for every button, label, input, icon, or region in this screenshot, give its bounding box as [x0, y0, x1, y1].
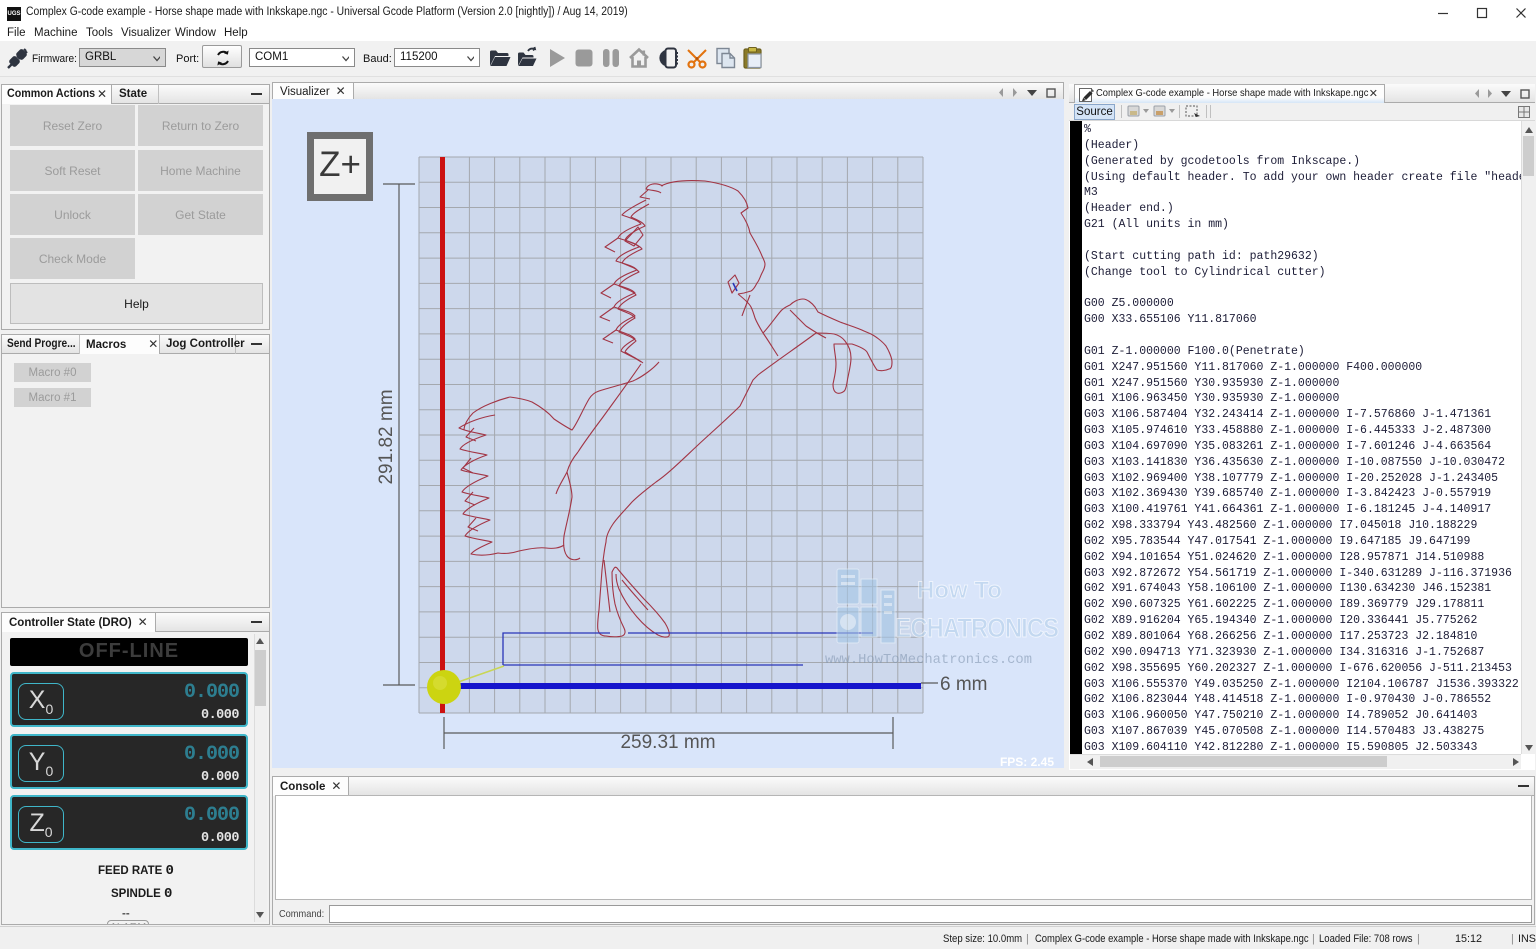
svg-text:FPS: 2.45: FPS: 2.45	[1000, 755, 1054, 768]
svg-text:www.HowToMechatronics.com: www.HowToMechatronics.com	[825, 652, 1032, 668]
svg-text:ECHATRONICS: ECHATRONICS	[895, 614, 1058, 644]
svg-text:259.31 mm: 259.31 mm	[620, 732, 715, 753]
svg-text:How To: How To	[917, 577, 1002, 604]
svg-text:6 mm: 6 mm	[940, 674, 988, 695]
svg-text:291.82 mm: 291.82 mm	[376, 389, 397, 484]
